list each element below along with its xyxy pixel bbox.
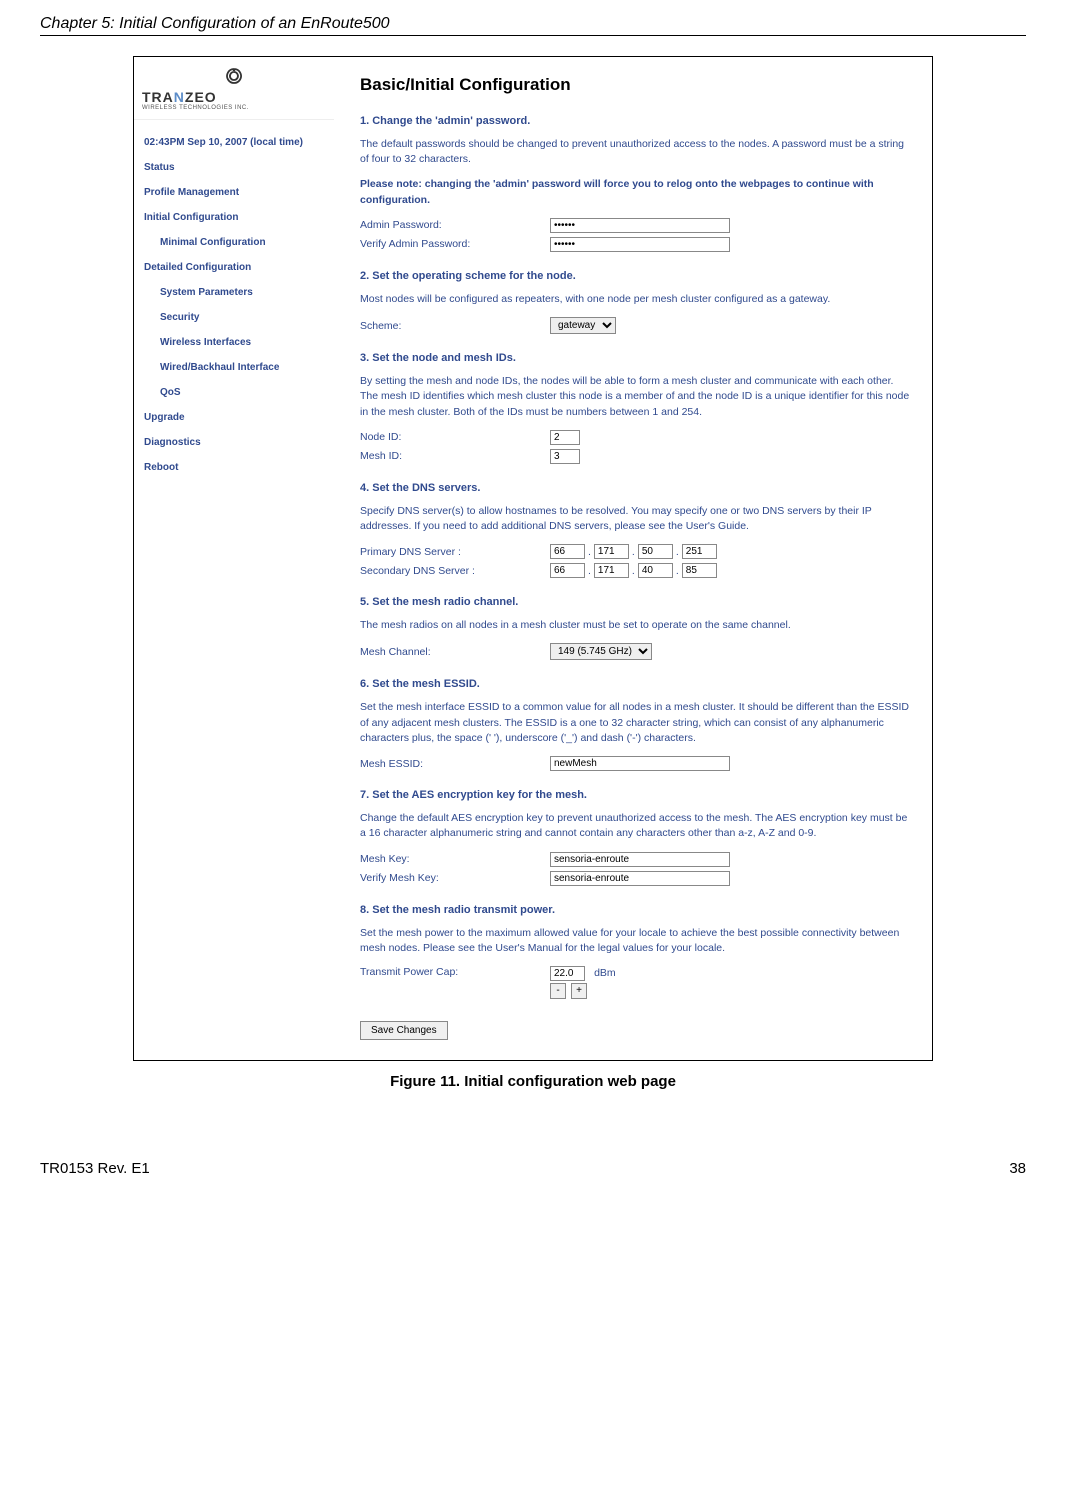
mesh-channel-select[interactable]: 149 (5.745 GHz): [550, 643, 652, 660]
transmit-power-unit: dBm: [594, 967, 616, 979]
main-content: Basic/Initial Configuration 1. Change th…: [334, 57, 932, 1060]
secondary-dns-4-input[interactable]: [682, 563, 717, 578]
verify-admin-password-input[interactable]: [550, 237, 730, 252]
scheme-label: Scheme:: [360, 320, 550, 332]
section6-title: 6. Set the mesh ESSID.: [360, 678, 912, 690]
transmit-power-input[interactable]: [550, 966, 585, 981]
primary-dns-3-input[interactable]: [638, 544, 673, 559]
section6-text: Set the mesh interface ESSID to a common…: [360, 700, 912, 746]
mesh-key-label: Mesh Key:: [360, 853, 550, 865]
verify-mesh-key-input[interactable]: [550, 871, 730, 886]
section4-text: Specify DNS server(s) to allow hostnames…: [360, 504, 912, 534]
horizontal-rule: [40, 35, 1026, 36]
logo-text: TRANZEO: [142, 89, 326, 105]
mesh-essid-label: Mesh ESSID:: [360, 758, 550, 770]
section8-text: Set the mesh power to the maximum allowe…: [360, 926, 912, 956]
nav-diagnostics[interactable]: Diagnostics: [144, 430, 334, 455]
page-title: Basic/Initial Configuration: [360, 75, 912, 95]
section7-text: Change the default AES encryption key to…: [360, 811, 912, 841]
nav-initial-configuration[interactable]: Initial Configuration: [144, 205, 334, 230]
power-minus-button[interactable]: -: [550, 983, 566, 999]
section7-title: 7. Set the AES encryption key for the me…: [360, 789, 912, 801]
section3-title: 3. Set the node and mesh IDs.: [360, 352, 912, 364]
section1-note: Please note: changing the 'admin' passwo…: [360, 177, 912, 207]
section1-title: 1. Change the 'admin' password.: [360, 115, 912, 127]
footer-doc-id: TR0153 Rev. E1: [40, 1160, 150, 1177]
ip-dot: .: [632, 565, 635, 577]
mesh-id-input[interactable]: [550, 449, 580, 464]
screenshot: TRANZEO WIRELESS TECHNOLOGIES INC. 02:43…: [133, 56, 933, 1061]
primary-dns-label: Primary DNS Server :: [360, 546, 550, 558]
mesh-essid-input[interactable]: [550, 756, 730, 771]
nav-status[interactable]: Status: [144, 155, 334, 180]
verify-admin-password-label: Verify Admin Password:: [360, 238, 550, 250]
save-changes-button[interactable]: Save Changes: [360, 1021, 448, 1040]
nav-detailed-configuration[interactable]: Detailed Configuration: [144, 255, 334, 280]
nav-qos[interactable]: QoS: [144, 380, 334, 405]
secondary-dns-3-input[interactable]: [638, 563, 673, 578]
secondary-dns-label: Secondary DNS Server :: [360, 565, 550, 577]
ip-dot: .: [676, 565, 679, 577]
nav-wireless-interfaces[interactable]: Wireless Interfaces: [144, 330, 334, 355]
section2-title: 2. Set the operating scheme for the node…: [360, 270, 912, 282]
verify-mesh-key-label: Verify Mesh Key:: [360, 872, 550, 884]
chapter-title: Chapter 5: Initial Configuration of an E…: [40, 15, 1026, 33]
nav-reboot[interactable]: Reboot: [144, 455, 334, 480]
nav-profile-management[interactable]: Profile Management: [144, 180, 334, 205]
nav-upgrade[interactable]: Upgrade: [144, 405, 334, 430]
transmit-power-label: Transmit Power Cap:: [360, 966, 550, 978]
nav-timestamp: 02:43PM Sep 10, 2007 (local time): [144, 130, 334, 155]
section5-text: The mesh radios on all nodes in a mesh c…: [360, 618, 912, 633]
logo-swirl-icon: [221, 67, 247, 87]
section8-title: 8. Set the mesh radio transmit power.: [360, 904, 912, 916]
ip-dot: .: [588, 565, 591, 577]
scheme-select[interactable]: gateway: [550, 317, 616, 334]
mesh-channel-label: Mesh Channel:: [360, 646, 550, 658]
admin-password-input[interactable]: [550, 218, 730, 233]
ip-dot: .: [632, 546, 635, 558]
ip-dot: .: [676, 546, 679, 558]
nav-minimal-configuration[interactable]: Minimal Configuration: [144, 230, 334, 255]
section2-text: Most nodes will be configured as repeate…: [360, 292, 912, 307]
footer-page-number: 38: [1009, 1160, 1026, 1177]
primary-dns-2-input[interactable]: [594, 544, 629, 559]
primary-dns-1-input[interactable]: [550, 544, 585, 559]
nav-security[interactable]: Security: [144, 305, 334, 330]
mesh-id-label: Mesh ID:: [360, 450, 550, 462]
logo-area: TRANZEO WIRELESS TECHNOLOGIES INC.: [134, 57, 334, 120]
page-footer: TR0153 Rev. E1 38: [40, 1160, 1026, 1177]
section3-text: By setting the mesh and node IDs, the no…: [360, 374, 912, 420]
primary-dns-4-input[interactable]: [682, 544, 717, 559]
figure-caption: Figure 11. Initial configuration web pag…: [40, 1073, 1026, 1090]
node-id-input[interactable]: [550, 430, 580, 445]
section1-text: The default passwords should be changed …: [360, 137, 912, 167]
nav: 02:43PM Sep 10, 2007 (local time) Status…: [134, 120, 334, 480]
power-plus-button[interactable]: +: [571, 983, 587, 999]
section4-title: 4. Set the DNS servers.: [360, 482, 912, 494]
sidebar: TRANZEO WIRELESS TECHNOLOGIES INC. 02:43…: [134, 57, 334, 1060]
nav-system-parameters[interactable]: System Parameters: [144, 280, 334, 305]
secondary-dns-1-input[interactable]: [550, 563, 585, 578]
nav-wired-backhaul-interface[interactable]: Wired/Backhaul Interface: [144, 355, 334, 380]
mesh-key-input[interactable]: [550, 852, 730, 867]
ip-dot: .: [588, 546, 591, 558]
logo-tagline: WIRELESS TECHNOLOGIES INC.: [142, 105, 326, 111]
secondary-dns-2-input[interactable]: [594, 563, 629, 578]
section5-title: 5. Set the mesh radio channel.: [360, 596, 912, 608]
admin-password-label: Admin Password:: [360, 219, 550, 231]
node-id-label: Node ID:: [360, 431, 550, 443]
